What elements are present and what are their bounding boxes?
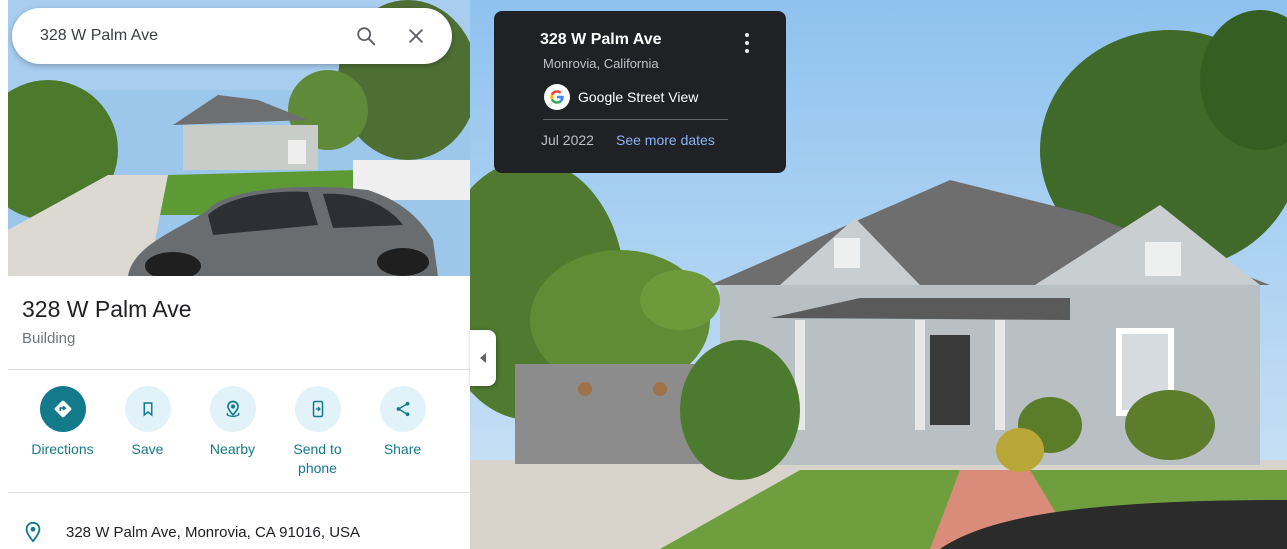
more-vert-icon — [745, 33, 749, 37]
search-box — [12, 8, 452, 64]
location-pin-icon — [25, 521, 41, 543]
search-icon — [357, 27, 376, 46]
card-subtitle: Monrovia, California — [543, 56, 659, 71]
nearby-button[interactable]: Nearby — [190, 386, 275, 478]
save-button[interactable]: Save — [105, 386, 190, 478]
capture-date: Jul 2022 — [541, 132, 594, 148]
search-input[interactable] — [40, 27, 334, 45]
directions-button[interactable]: Directions — [20, 386, 105, 478]
see-more-dates-link[interactable]: See more dates — [616, 132, 715, 148]
street-view-info-card: 328 W Palm Ave Monrovia, California Goog… — [494, 11, 786, 173]
place-panel: 328 W Palm Ave Building Directions Save — [0, 0, 470, 549]
card-divider — [543, 119, 728, 120]
share-icon — [396, 401, 409, 417]
place-title: 328 W Palm Ave — [22, 296, 192, 322]
nearby-icon — [225, 400, 240, 418]
close-icon — [409, 29, 423, 43]
collapse-panel-button[interactable] — [470, 330, 496, 386]
divider — [8, 369, 470, 370]
send-to-phone-icon — [312, 400, 323, 418]
directions-icon — [54, 400, 71, 418]
google-logo-icon — [544, 84, 570, 110]
action-bar: Directions Save Nearby Send to phone Sha… — [20, 386, 450, 478]
bookmark-icon — [143, 402, 152, 417]
chevron-left-icon — [480, 353, 486, 363]
brand-label: Google Street View — [578, 89, 699, 105]
search-button[interactable] — [348, 18, 384, 54]
divider — [8, 492, 470, 493]
close-button[interactable] — [398, 18, 434, 54]
street-view-brand: Google Street View — [544, 84, 698, 110]
place-type: Building — [22, 330, 76, 347]
card-title: 328 W Palm Ave — [540, 31, 662, 48]
address-row[interactable]: 328 W Palm Ave, Monrovia, CA 91016, USA — [22, 520, 360, 544]
send-to-phone-button[interactable]: Send to phone — [275, 386, 360, 478]
share-button[interactable]: Share — [360, 386, 445, 478]
more-options-button[interactable] — [738, 31, 756, 55]
address-text: 328 W Palm Ave, Monrovia, CA 91016, USA — [66, 523, 361, 541]
